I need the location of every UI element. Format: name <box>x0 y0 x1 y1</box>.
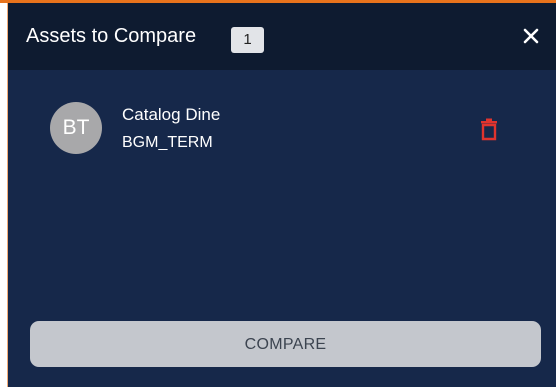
panel-header: Assets to Compare 1 <box>8 3 556 70</box>
list-item: BT Catalog Dine BGM_TERM <box>8 91 556 171</box>
trash-icon <box>481 118 497 141</box>
close-icon <box>523 28 539 44</box>
panel-title: Assets to Compare <box>26 25 197 47</box>
asset-name: Catalog Dine <box>122 105 221 124</box>
close-button[interactable] <box>518 23 544 49</box>
avatar: BT <box>50 102 102 154</box>
compare-panel: Assets to Compare 1 BT Catalog Dine BGM_… <box>8 3 556 387</box>
count-badge: 1 <box>231 27 264 53</box>
asset-code: BGM_TERM <box>122 134 213 151</box>
delete-asset-button[interactable] <box>478 117 500 143</box>
compare-button[interactable]: COMPARE <box>30 321 541 367</box>
